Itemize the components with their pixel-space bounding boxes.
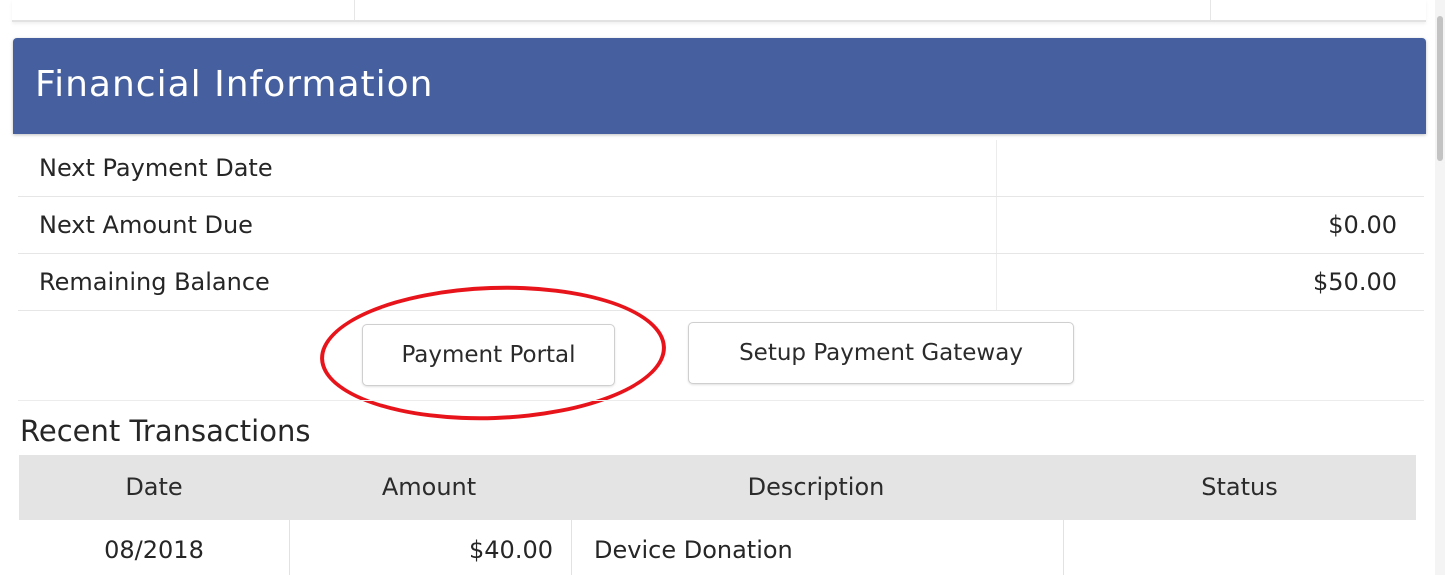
column-header-description[interactable]: Description xyxy=(571,473,1061,501)
info-value: $50.00 xyxy=(1313,268,1397,296)
row-divider xyxy=(18,400,1424,401)
cell-description: Device Donation xyxy=(594,536,793,564)
info-row-next-amount-due: Next Amount Due $0.00 xyxy=(18,197,1424,254)
info-row-remaining-balance: Remaining Balance $50.00 xyxy=(18,254,1424,311)
info-label: Next Payment Date xyxy=(39,154,273,182)
cell-amount: $40.00 xyxy=(469,536,553,564)
payment-portal-button[interactable]: Payment Portal xyxy=(362,324,615,386)
setup-payment-gateway-button[interactable]: Setup Payment Gateway xyxy=(688,322,1074,384)
column-header-amount[interactable]: Amount xyxy=(289,473,569,501)
info-value: $0.00 xyxy=(1328,211,1397,239)
column-divider xyxy=(996,197,997,253)
cell-date: 08/2018 xyxy=(104,536,204,564)
table-row[interactable]: 08/2018 $40.00 Device Donation xyxy=(19,520,1416,575)
column-divider xyxy=(571,520,572,575)
previous-table-bottom-edge xyxy=(12,0,1426,22)
column-divider xyxy=(1063,520,1064,575)
column-divider xyxy=(354,0,355,20)
info-label: Remaining Balance xyxy=(39,268,270,296)
column-divider xyxy=(1210,0,1211,20)
table-header: Date Amount Description Status xyxy=(19,455,1416,520)
column-divider xyxy=(996,140,997,196)
column-divider xyxy=(996,254,997,310)
info-row-next-payment-date: Next Payment Date xyxy=(18,140,1424,197)
column-header-date[interactable]: Date xyxy=(19,473,289,501)
financial-information-page: Financial Information Next Payment Date … xyxy=(0,0,1445,575)
panel-header: Financial Information xyxy=(13,38,1426,134)
scrollbar-thumb[interactable] xyxy=(1437,16,1443,161)
info-label: Next Amount Due xyxy=(39,211,253,239)
panel-title: Financial Information xyxy=(35,64,434,105)
recent-transactions-title: Recent Transactions xyxy=(20,414,311,448)
column-header-status[interactable]: Status xyxy=(1063,473,1416,501)
vertical-scrollbar[interactable] xyxy=(1435,0,1445,575)
